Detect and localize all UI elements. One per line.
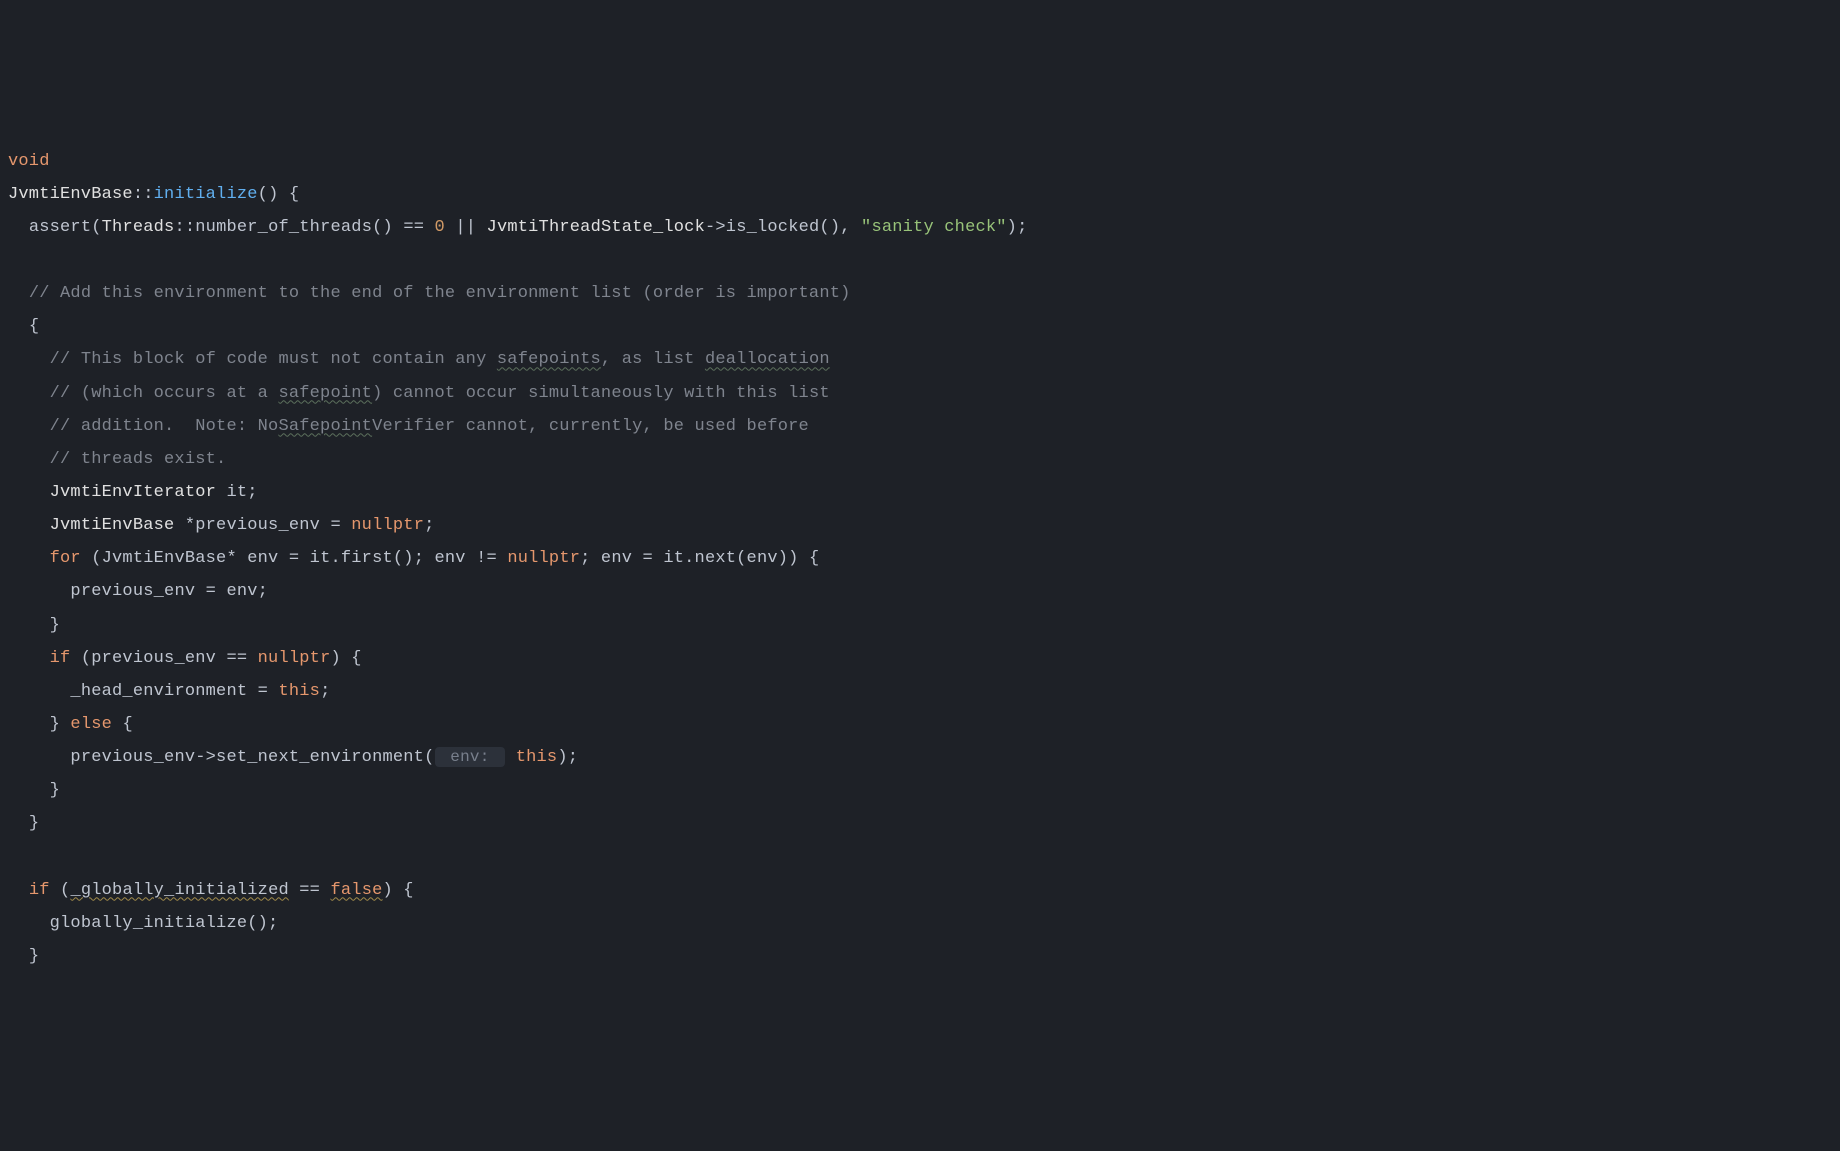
brace-close: } — [29, 814, 39, 833]
type-name: JvmtiEnvBase — [50, 516, 175, 535]
comment: // (which occurs at a safepoint) cannot … — [50, 384, 830, 403]
nullptr-keyword: nullptr — [507, 549, 580, 568]
paren: () — [258, 185, 279, 204]
semi: ; — [424, 516, 434, 535]
if-keyword: if — [50, 649, 71, 668]
inspection-squiggle: _globally_initialized — [70, 881, 288, 900]
for-tail: (env)) { — [736, 549, 819, 568]
var-decl: *previous_env = — [174, 516, 351, 535]
paren: ( — [424, 748, 434, 767]
eq-op: == — [393, 218, 435, 237]
brace-close: } — [50, 715, 60, 734]
globally-initialize-call: globally_initialize — [50, 914, 248, 933]
paren: () — [372, 218, 393, 237]
set-next-env-call: set_next_environment — [216, 748, 424, 767]
if-cond-end: ) { — [330, 649, 361, 668]
class-name: JvmtiEnvBase — [8, 185, 133, 204]
paren: ( — [50, 881, 71, 900]
type-name: JvmtiEnvIterator — [50, 483, 216, 502]
lock-var: JvmtiThreadState_lock — [487, 218, 705, 237]
param-hint: env: — [435, 747, 506, 767]
brace-open: { — [278, 185, 299, 204]
first-call: first — [341, 549, 393, 568]
this-keyword: this — [278, 682, 320, 701]
if-cond: (previous_env == — [70, 649, 257, 668]
eq-op: == — [289, 881, 331, 900]
comment: // addition. Note: NoSafepointVerifier c… — [50, 417, 809, 436]
threads-class: Threads — [102, 218, 175, 237]
or-op: || — [445, 218, 487, 237]
close-paren-brace: ) { — [383, 881, 414, 900]
nullptr-keyword: nullptr — [258, 649, 331, 668]
comment: // threads exist. — [50, 450, 227, 469]
brace-close: } — [50, 616, 60, 635]
comment: // This block of code must not contain a… — [50, 350, 830, 369]
brace-close: } — [29, 947, 39, 966]
num-threads-call: number_of_threads — [195, 218, 372, 237]
arrow-op: -> — [705, 218, 726, 237]
semi: ; — [247, 483, 257, 502]
spell-squiggle: safepoint — [278, 384, 372, 403]
comma: , — [840, 218, 861, 237]
semi: ; — [320, 682, 330, 701]
for-keyword: for — [50, 549, 81, 568]
close-paren-semi: ); — [557, 748, 578, 767]
else-keyword: else — [60, 715, 122, 734]
scope-op: :: — [174, 218, 195, 237]
prev-env-arrow: previous_env-> — [70, 748, 216, 767]
for-end: ; env = it. — [580, 549, 694, 568]
for-mid: (); env != — [393, 549, 507, 568]
brace-close: } — [50, 781, 60, 800]
close-paren-semi: ); — [1007, 218, 1028, 237]
if-keyword: if — [29, 881, 50, 900]
this-keyword: this — [516, 748, 558, 767]
for-head: (JvmtiEnvBase* env = it. — [81, 549, 341, 568]
is-locked-call: is_locked — [726, 218, 820, 237]
string-literal: "sanity check" — [861, 218, 1007, 237]
number-zero: 0 — [435, 218, 445, 237]
function-name: initialize — [154, 185, 258, 204]
paren: ( — [91, 218, 101, 237]
keyword-void: void — [8, 152, 50, 171]
scope-op: :: — [133, 185, 154, 204]
var-decl: it — [216, 483, 247, 502]
head-env-assign: _head_environment = — [70, 682, 278, 701]
assert-call: assert — [29, 218, 91, 237]
nullptr-keyword: nullptr — [351, 516, 424, 535]
paren-semi: (); — [247, 914, 278, 933]
brace-open: { — [29, 317, 39, 336]
spell-squiggle: deallocation — [705, 350, 830, 369]
spell-squiggle: safepoints — [497, 350, 601, 369]
brace-open: { — [122, 715, 132, 734]
comment: // Add this environment to the end of th… — [29, 284, 851, 303]
code-editor[interactable]: void JvmtiEnvBase::initialize() { assert… — [8, 145, 1832, 974]
next-call: next — [695, 549, 737, 568]
spell-squiggle: Safepoint — [278, 417, 372, 436]
assign-stmt: previous_env = env; — [70, 582, 268, 601]
inspection-squiggle: false — [330, 881, 382, 900]
paren: () — [819, 218, 840, 237]
